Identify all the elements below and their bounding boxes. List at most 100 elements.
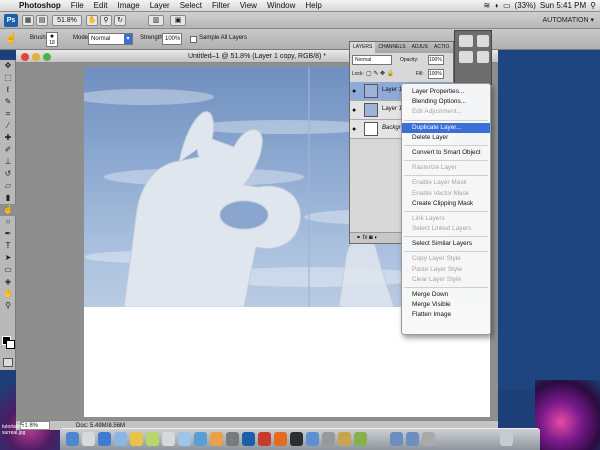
path-select-tool-icon[interactable]: ➤: [0, 252, 16, 264]
3d-rotate-tool-icon[interactable]: ◈: [0, 276, 16, 288]
itunes-icon[interactable]: [194, 432, 207, 446]
strength-input[interactable]: 100%: [162, 33, 182, 45]
preview-icon[interactable]: [178, 432, 191, 446]
clock[interactable]: Sun 5:41 PM: [540, 1, 586, 10]
eye-icon[interactable]: ●: [352, 88, 356, 95]
menu-item-flatten-image[interactable]: Flatten Image: [402, 310, 490, 320]
menu-file[interactable]: File: [66, 0, 89, 12]
menu-photoshop[interactable]: Photoshop: [14, 0, 66, 12]
iphoto-icon[interactable]: [210, 432, 223, 446]
app-icon-4[interactable]: [354, 432, 367, 446]
menu-item-create-clipping-mask[interactable]: Create Clipping Mask: [402, 199, 490, 209]
type-tool-icon[interactable]: T: [0, 240, 16, 252]
workspace-switcher[interactable]: AUTOMATION ▾: [543, 15, 594, 26]
eyedropper-tool-icon[interactable]: ⁄: [0, 120, 16, 132]
shape-tool-icon[interactable]: ▭: [0, 264, 16, 276]
opacity-input[interactable]: 100%: [428, 55, 444, 65]
lasso-tool-icon[interactable]: ℓ: [0, 84, 16, 96]
color-panel-icon[interactable]: [459, 35, 473, 47]
brush-tool-icon[interactable]: ✐: [0, 144, 16, 156]
mail-icon[interactable]: [114, 432, 127, 446]
desktop-file-label[interactable]: tutorialimage surreal.jpg: [2, 424, 42, 436]
smudge-tool-icon[interactable]: ☝: [5, 33, 19, 46]
menu-item-select-similar-layers[interactable]: Select Similar Layers: [402, 239, 490, 249]
gradient-tool-icon[interactable]: ▮: [0, 192, 16, 204]
rotate-view-icon[interactable]: ↻: [114, 15, 126, 26]
menu-item-merge-visible[interactable]: Merge Visible: [402, 300, 490, 310]
background-color-swatch[interactable]: [6, 340, 15, 349]
ical-icon[interactable]: [162, 432, 175, 446]
menu-filter[interactable]: Filter: [207, 0, 235, 12]
menu-help[interactable]: Help: [300, 0, 326, 12]
screen-mode-icon[interactable]: ▣: [170, 15, 186, 26]
minibridge-icon[interactable]: ▤: [36, 15, 48, 26]
fx-icon[interactable]: fx: [363, 235, 368, 241]
tab-channels[interactable]: CHANNELS: [375, 42, 408, 53]
close-window-icon[interactable]: [21, 53, 29, 61]
zoom-level-select[interactable]: 51.8%: [52, 15, 82, 26]
menu-item-blending-options[interactable]: Blending Options...: [402, 97, 490, 107]
dodge-tool-icon[interactable]: ○: [0, 216, 16, 228]
mode-select[interactable]: Normal ▾: [88, 33, 133, 45]
menu-item-convert-to-smart-object[interactable]: Convert to Smart Object: [402, 148, 490, 158]
menu-edit[interactable]: Edit: [89, 0, 113, 12]
document-stack-icon[interactable]: [422, 432, 435, 446]
illustrator-dock-icon[interactable]: [274, 432, 287, 446]
arrange-documents-icon[interactable]: ▥: [148, 15, 164, 26]
clone-stamp-tool-icon[interactable]: ⊥: [0, 156, 16, 168]
marquee-tool-icon[interactable]: ⬚: [0, 72, 16, 84]
eraser-tool-icon[interactable]: ▱: [0, 180, 16, 192]
tab-actions[interactable]: ACTIO: [431, 42, 452, 53]
hand-tool-panel-icon[interactable]: ✋: [0, 288, 16, 300]
app-icon-2[interactable]: [322, 432, 335, 446]
menu-select[interactable]: Select: [175, 0, 207, 12]
eye-icon[interactable]: ●: [352, 126, 356, 133]
menu-view[interactable]: View: [235, 0, 262, 12]
address-book-icon[interactable]: [146, 432, 159, 446]
finder-icon[interactable]: [66, 432, 79, 446]
blend-mode-select[interactable]: Normal: [352, 55, 392, 65]
system-preferences-icon[interactable]: [226, 432, 239, 446]
move-tool-icon[interactable]: ✥: [0, 60, 16, 72]
pen-tool-icon[interactable]: ✒: [0, 228, 16, 240]
healing-tool-icon[interactable]: ✚: [0, 132, 16, 144]
menu-image[interactable]: Image: [112, 0, 144, 12]
eye-icon[interactable]: ●: [352, 107, 356, 114]
tab-adjustments[interactable]: ADJUS: [409, 42, 431, 53]
link-layers-icon[interactable]: ⚭: [356, 235, 361, 241]
smudge-tool-button-icon[interactable]: ☝: [0, 204, 16, 216]
menu-item-duplicate-layer[interactable]: Duplicate Layer...: [402, 122, 490, 133]
swatches-panel-icon[interactable]: [459, 51, 473, 63]
add-mask-icon[interactable]: ◙: [369, 235, 373, 241]
quick-mask-icon[interactable]: [3, 358, 13, 367]
brush-preset-picker[interactable]: ● 18: [46, 32, 58, 47]
menu-item-layer-properties[interactable]: Layer Properties...: [402, 87, 490, 97]
info-panel-icon[interactable]: [477, 51, 489, 63]
spotlight-icon[interactable]: ⚲: [590, 1, 596, 10]
bridge-icon[interactable]: ▦: [22, 15, 34, 26]
history-brush-tool-icon[interactable]: ↺: [0, 168, 16, 180]
fill-input[interactable]: 100%: [428, 69, 444, 79]
battery-icon[interactable]: ▭: [503, 1, 511, 10]
volume-icon[interactable]: ◖: [494, 1, 499, 10]
menu-item-delete-layer[interactable]: Delete Layer: [402, 133, 490, 143]
app-icon-3[interactable]: [338, 432, 351, 446]
terminal-icon[interactable]: [290, 432, 303, 446]
crop-tool-icon[interactable]: ⌗: [0, 108, 16, 120]
zoom-tool-panel-icon[interactable]: ⚲: [0, 300, 16, 312]
hand-tool-icon[interactable]: ✋: [86, 15, 98, 26]
zoom-tool-icon[interactable]: ⚲: [100, 15, 112, 26]
tab-layers[interactable]: LAYERS: [350, 42, 376, 53]
photoshop-dock-icon[interactable]: [242, 432, 255, 446]
history-panel-icon[interactable]: [477, 35, 489, 47]
menu-layer[interactable]: Layer: [145, 0, 175, 12]
app-icon[interactable]: [306, 432, 319, 446]
minimize-window-icon[interactable]: [32, 53, 40, 61]
dashboard-icon[interactable]: [82, 432, 95, 446]
sample-all-layers-checkbox[interactable]: [190, 36, 197, 43]
quick-select-tool-icon[interactable]: ✎: [0, 96, 16, 108]
trash-icon[interactable]: [500, 432, 513, 446]
adjustment-layer-icon[interactable]: ◐: [374, 235, 378, 241]
menu-window[interactable]: Window: [262, 0, 300, 12]
lock-icons[interactable]: ▢ ✎ ✥ 🔒: [366, 70, 394, 77]
